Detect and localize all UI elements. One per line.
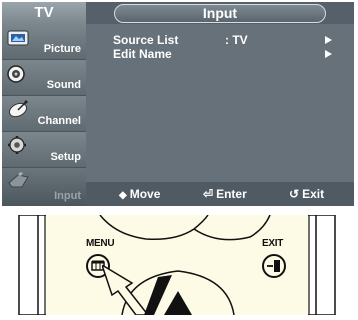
picture-icon (7, 30, 29, 46)
sidebar-item-label: Input (54, 190, 81, 202)
menu-button-label: MENU (86, 238, 115, 249)
footer-exit: ↺ Exit (289, 188, 324, 201)
footer-move: ◆ Move (119, 188, 160, 202)
menu-row-source-list[interactable]: Source List : TV (113, 34, 334, 47)
menu-row-label: Source List (113, 33, 179, 47)
sidebar-item-setup[interactable]: Setup (2, 132, 86, 168)
footer-enter: ⏎ Enter (203, 188, 247, 201)
menu-title: Input (114, 4, 326, 23)
exit-button-label: EXIT (262, 238, 284, 249)
return-icon: ↺ (289, 187, 300, 201)
menu-row-edit-name[interactable]: Edit Name (113, 48, 334, 61)
footer-enter-label: Enter (216, 187, 247, 201)
move-icon: ◆ (119, 190, 127, 201)
sidebar-item-label: Channel (37, 115, 81, 127)
sidebar-item-picture[interactable]: Picture (2, 24, 86, 60)
menu-row-label: Edit Name (113, 47, 172, 61)
enter-icon: ⏎ (203, 187, 214, 201)
exit-button[interactable] (260, 252, 288, 280)
sidebar-item-label: Picture (43, 43, 81, 55)
footer-help-bar: ◆ Move ⏎ Enter ↺ Exit (86, 182, 354, 206)
footer-move-label: Move (129, 187, 161, 201)
sidebar-item-label: Sound (46, 79, 81, 91)
sidebar: Picture Sound Channel Setup Input (2, 24, 86, 206)
channel-icon (8, 100, 28, 118)
remote-control-illustration: MENU EXIT (18, 214, 336, 316)
footer-exit-label: Exit (302, 187, 325, 201)
sidebar-item-label: Setup (50, 151, 81, 163)
sidebar-item-sound[interactable]: Sound (2, 60, 86, 96)
setup-icon (8, 136, 26, 154)
tv-osd-screen: TV Input Picture Sound Channel Setup Inp… (2, 2, 354, 206)
menu-content: Source List : TV Edit Name (86, 24, 354, 182)
pointer-icon (102, 265, 172, 315)
chevron-right-icon (325, 50, 332, 58)
sound-icon (7, 65, 25, 83)
input-icon (8, 172, 29, 188)
menu-row-value: : TV (225, 33, 248, 47)
sidebar-item-input[interactable]: Input (2, 168, 86, 206)
sidebar-item-channel[interactable]: Channel (2, 96, 86, 132)
tv-mode-label: TV (2, 2, 86, 24)
title-bar: Input (86, 2, 354, 24)
chevron-right-icon (325, 36, 332, 44)
